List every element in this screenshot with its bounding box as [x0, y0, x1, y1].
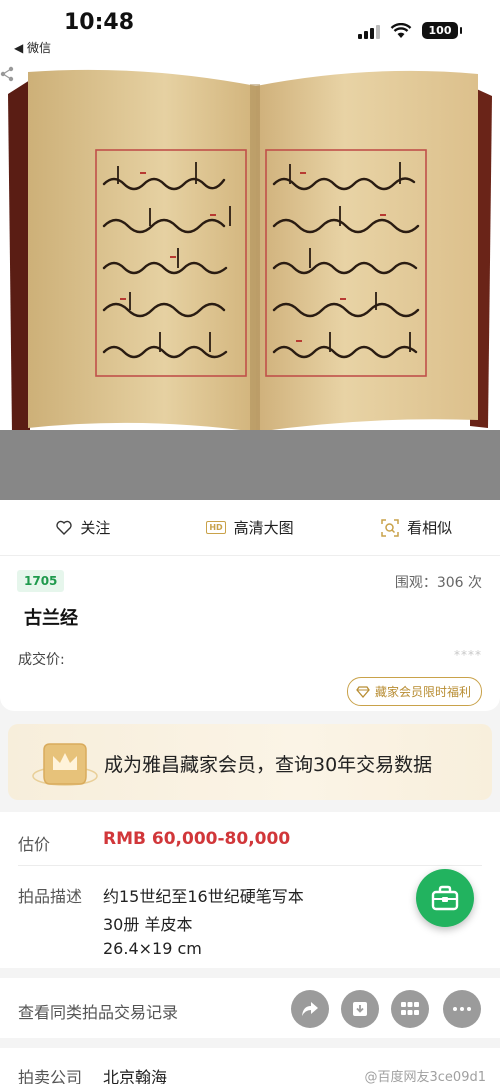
member-banner[interactable]: 成为雅昌藏家会员，查询30年交易数据: [8, 724, 492, 800]
follow-label: 关注: [80, 519, 111, 537]
deal-price-label: 成交价:: [18, 652, 65, 668]
share-arrow-icon: [302, 1002, 318, 1016]
grid-menu-button[interactable]: [391, 990, 429, 1028]
auction-house-label: 拍卖公司: [18, 1068, 83, 1084]
similar-label: 看相似: [407, 519, 453, 537]
description-line: 30册 羊皮本: [103, 915, 193, 934]
more-dots-icon: [453, 1007, 471, 1011]
follow-button[interactable]: 关注: [0, 500, 167, 555]
status-bar: 10:48 ◀ 微信 100: [0, 0, 500, 66]
estimate-value: RMB 60,000-80,000: [103, 829, 291, 849]
member-benefit-label: 藏家会员限时福利: [374, 685, 471, 699]
shopping-bag-button[interactable]: [416, 869, 474, 927]
signal-icon: [358, 23, 380, 39]
share-icon[interactable]: [0, 66, 14, 82]
description-label: 拍品描述: [18, 887, 83, 906]
share-button[interactable]: [291, 990, 329, 1028]
hd-icon: HD: [206, 521, 226, 534]
member-benefit-button[interactable]: 藏家会员限时福利: [346, 677, 482, 706]
lot-info-card: 1705 围观：306 次 古兰经 成交价: **** 藏家会员限时福利: [0, 556, 500, 711]
hd-image-button[interactable]: HD 高清大图: [167, 500, 334, 555]
estimate-label: 估价: [18, 835, 51, 854]
download-icon: [353, 1002, 367, 1016]
status-icons: 100: [358, 22, 462, 39]
status-time: 10:48: [64, 10, 135, 35]
auction-house-row: 拍卖公司 北京翰海 @百度网友3ce09d1: [0, 1048, 500, 1084]
heart-icon: [56, 520, 73, 535]
similar-records-bar[interactable]: 查看同类拍品交易记录: [0, 978, 500, 1038]
description-line: 约15世纪至16世纪硬笔写本: [103, 887, 304, 906]
diamond-icon: [356, 685, 370, 698]
lot-title: 古兰经: [24, 608, 78, 629]
lot-number-badge: 1705: [17, 570, 65, 592]
deal-price-hidden: ****: [454, 648, 482, 662]
battery-icon: 100: [422, 22, 462, 39]
member-banner-text: 成为雅昌藏家会员，查询30年交易数据: [104, 754, 433, 776]
grid-icon: [401, 1002, 419, 1015]
lot-photo[interactable]: [0, 66, 500, 500]
crown-badge-icon: [32, 743, 98, 786]
back-to-wechat-link[interactable]: ◀ 微信: [14, 39, 51, 56]
hd-image-label: 高清大图: [233, 519, 294, 537]
similar-records-link[interactable]: 查看同类拍品交易记录: [18, 999, 178, 1023]
similar-button[interactable]: 看相似: [333, 500, 500, 555]
briefcase-icon: [431, 885, 459, 911]
wifi-icon: [390, 22, 412, 38]
view-count: 围观：306 次: [394, 575, 482, 591]
action-bar: 关注 HD 高清大图 看相似: [0, 500, 500, 556]
auction-house-value[interactable]: 北京翰海: [103, 1064, 167, 1084]
manuscript-image: [0, 66, 500, 500]
download-button[interactable]: [341, 990, 379, 1028]
divider: [18, 865, 482, 866]
description-line: 26.4×19 cm: [103, 939, 202, 958]
more-button[interactable]: [443, 990, 481, 1028]
watermark: @百度网友3ce09d1: [364, 1070, 486, 1084]
similar-search-icon: [381, 518, 399, 537]
